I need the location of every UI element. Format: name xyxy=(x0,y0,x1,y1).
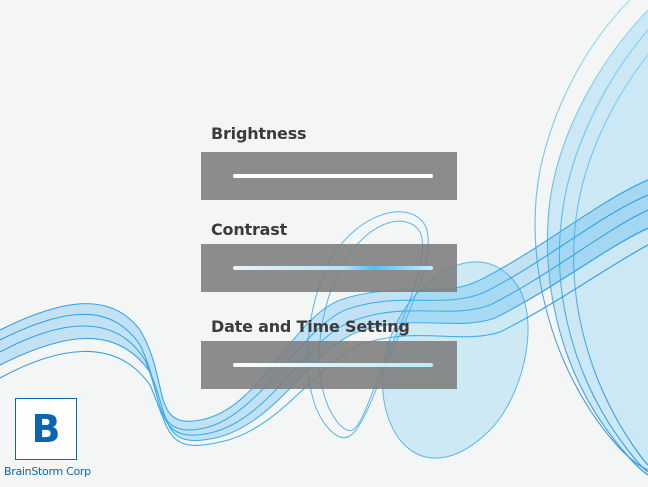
logo-letter: B xyxy=(31,407,61,451)
brightness-slider-track[interactable] xyxy=(233,174,433,178)
brightness-label: Brightness xyxy=(211,124,307,143)
company-logo: B xyxy=(15,398,77,460)
contrast-slider[interactable] xyxy=(201,244,457,292)
date-time-setting-track[interactable] xyxy=(233,363,433,367)
contrast-label: Contrast xyxy=(211,220,288,239)
brightness-slider[interactable] xyxy=(201,152,457,200)
date-time-setting-label: Date and Time Setting xyxy=(211,317,410,336)
date-time-setting-control[interactable] xyxy=(201,341,457,389)
contrast-slider-track[interactable] xyxy=(233,266,433,270)
company-name: BrainStorm Corp xyxy=(4,465,91,478)
